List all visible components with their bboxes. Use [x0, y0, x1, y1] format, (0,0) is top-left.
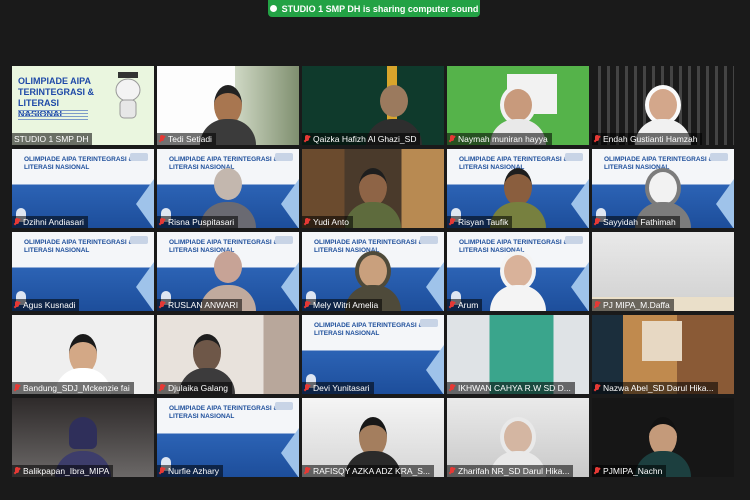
mic-muted-icon: [594, 218, 600, 226]
participant-name: RAFISQY AZKA ADZ KRA_S...: [302, 465, 434, 477]
participant-name: Arum: [447, 299, 483, 311]
participant-name: Dzihni Andiasari: [12, 216, 88, 228]
participant-name: Bandung_SDJ_Mckenzie fai: [12, 382, 134, 394]
mic-muted-icon: [14, 467, 20, 475]
participant-tile[interactable]: OLIMPIADE AIPA TERINTEGRASI & LITERASI N…: [12, 149, 154, 228]
participant-tile[interactable]: OLIMPIADE AIPA TERINTEGRASI & LITERASI N…: [157, 149, 299, 228]
participant-tile[interactable]: Bandung_SDJ_Mckenzie fai: [12, 315, 154, 394]
mic-muted-icon: [159, 135, 165, 143]
participant-name: Devi Yunitasari: [302, 382, 374, 394]
participant-tile[interactable]: RAFISQY AZKA ADZ KRA_S...: [302, 398, 444, 477]
participant-tile[interactable]: Endah Gustianti Hamzah: [592, 66, 734, 145]
participant-name: Djulaika Galang: [157, 382, 233, 394]
participant-tile[interactable]: OLIMPIADE AIPA TERINTEGRASI & LITERASI N…: [12, 66, 154, 145]
participant-tile[interactable]: Nazwa Abel_SD Darul Hika...: [592, 315, 734, 394]
participant-tile[interactable]: Zharifah NR_SD Darul Hika...: [447, 398, 589, 477]
participant-grid: OLIMPIADE AIPA TERINTEGRASI & LITERASI N…: [12, 66, 734, 477]
sound-icon: [269, 5, 277, 12]
participant-name: Risyan Taufik: [447, 216, 513, 228]
participant-tile[interactable]: OLIMPIADE AIPA TERINTEGRASI & LITERASI N…: [157, 398, 299, 477]
participant-tile[interactable]: IKHWAN CAHYA R.W SD D...: [447, 315, 589, 394]
mic-muted-icon: [304, 135, 310, 143]
participant-video: [490, 251, 546, 311]
participant-name: Qaizka Hafizh Al Ghazi_SD: [302, 133, 421, 145]
mic-muted-icon: [449, 218, 455, 226]
mic-muted-icon: [594, 467, 600, 475]
participant-name: STUDIO 1 SMP DH: [12, 133, 93, 145]
participant-tile[interactable]: OLIMPIADE AIPA TERINTEGRASI & LITERASI N…: [302, 232, 444, 311]
mic-muted-icon: [594, 384, 600, 392]
participant-tile[interactable]: Balikpapan_Ibra_MIPA: [12, 398, 154, 477]
participant-tile[interactable]: Djulaika Galang: [157, 315, 299, 394]
mic-muted-icon: [159, 218, 165, 226]
mic-muted-icon: [449, 301, 455, 309]
participant-name: PJMIPA_Nachn: [592, 465, 667, 477]
participant-tile[interactable]: OLIMPIADE AIPA TERINTEGRASI & LITERASI N…: [302, 315, 444, 394]
mic-muted-icon: [14, 301, 20, 309]
slide-subtitle-lines: [18, 110, 88, 120]
participant-tile[interactable]: OLIMPIADE AIPA TERINTEGRASI & LITERASI N…: [447, 232, 589, 311]
mic-muted-icon: [159, 467, 165, 475]
participant-name: Tedi Setiadi: [157, 133, 216, 145]
participant-tile[interactable]: Qaizka Hafizh Al Ghazi_SD: [302, 66, 444, 145]
participant-tile[interactable]: OLIMPIADE AIPA TERINTEGRASI & LITERASI N…: [12, 232, 154, 311]
mic-muted-icon: [304, 467, 310, 475]
participant-name: Endah Gustianti Hamzah: [592, 133, 702, 145]
participant-name: Agus Kusnadi: [12, 299, 80, 311]
participant-tile[interactable]: OLIMPIADE AIPA TERINTEGRASI & LITERASI N…: [447, 149, 589, 228]
participant-name: Mely Witri Amelia: [302, 299, 383, 311]
mic-muted-icon: [14, 384, 20, 392]
mic-muted-icon: [449, 467, 455, 475]
sharing-banner-text: STUDIO 1 SMP DH is sharing computer soun…: [281, 3, 479, 14]
participant-name: Risna Puspitasari: [157, 216, 239, 228]
participant-name: Sayyidah Fathimah: [592, 216, 680, 228]
participant-name: Zharifah NR_SD Darul Hika...: [447, 465, 574, 477]
mic-muted-icon: [304, 301, 310, 309]
participant-name: Yudi Anto: [302, 216, 353, 228]
participant-tile[interactable]: PJMIPA_Nachn: [592, 398, 734, 477]
participant-tile[interactable]: Tedi Setiadi: [157, 66, 299, 145]
sharing-banner: STUDIO 1 SMP DH is sharing computer soun…: [268, 0, 480, 17]
participant-name: Nurfie Azhary: [157, 465, 224, 477]
mic-muted-icon: [304, 384, 310, 392]
participant-video: [345, 168, 401, 228]
participant-name: Balikpapan_Ibra_MIPA: [12, 465, 114, 477]
participant-tile[interactable]: OLIMPIADE AIPA TERINTEGRASI & LITERASI N…: [592, 149, 734, 228]
participant-name: Nazwa Abel_SD Darul Hika...: [592, 382, 718, 394]
mic-muted-icon: [159, 301, 165, 309]
participant-name: RUSLAN ANWARI: [157, 299, 243, 311]
participant-name: Naymah muniran hayya: [447, 133, 552, 145]
mascot-icon: [115, 72, 141, 119]
mic-muted-icon: [449, 135, 455, 143]
participant-name: IKHWAN CAHYA R.W SD D...: [447, 382, 575, 394]
mic-muted-icon: [594, 301, 600, 309]
mic-muted-icon: [14, 218, 20, 226]
participant-tile[interactable]: OLIMPIADE AIPA TERINTEGRASI & LITERASI N…: [157, 232, 299, 311]
mic-muted-icon: [304, 218, 310, 226]
participant-name: PJ MIPA_M.Daffa: [592, 299, 674, 311]
mic-muted-icon: [159, 384, 165, 392]
participant-tile[interactable]: Yudi Anto: [302, 149, 444, 228]
participant-tile[interactable]: Naymah muniran hayya: [447, 66, 589, 145]
mic-muted-icon: [449, 384, 455, 392]
participant-tile[interactable]: PJ MIPA_M.Daffa: [592, 232, 734, 311]
mic-muted-icon: [594, 135, 600, 143]
